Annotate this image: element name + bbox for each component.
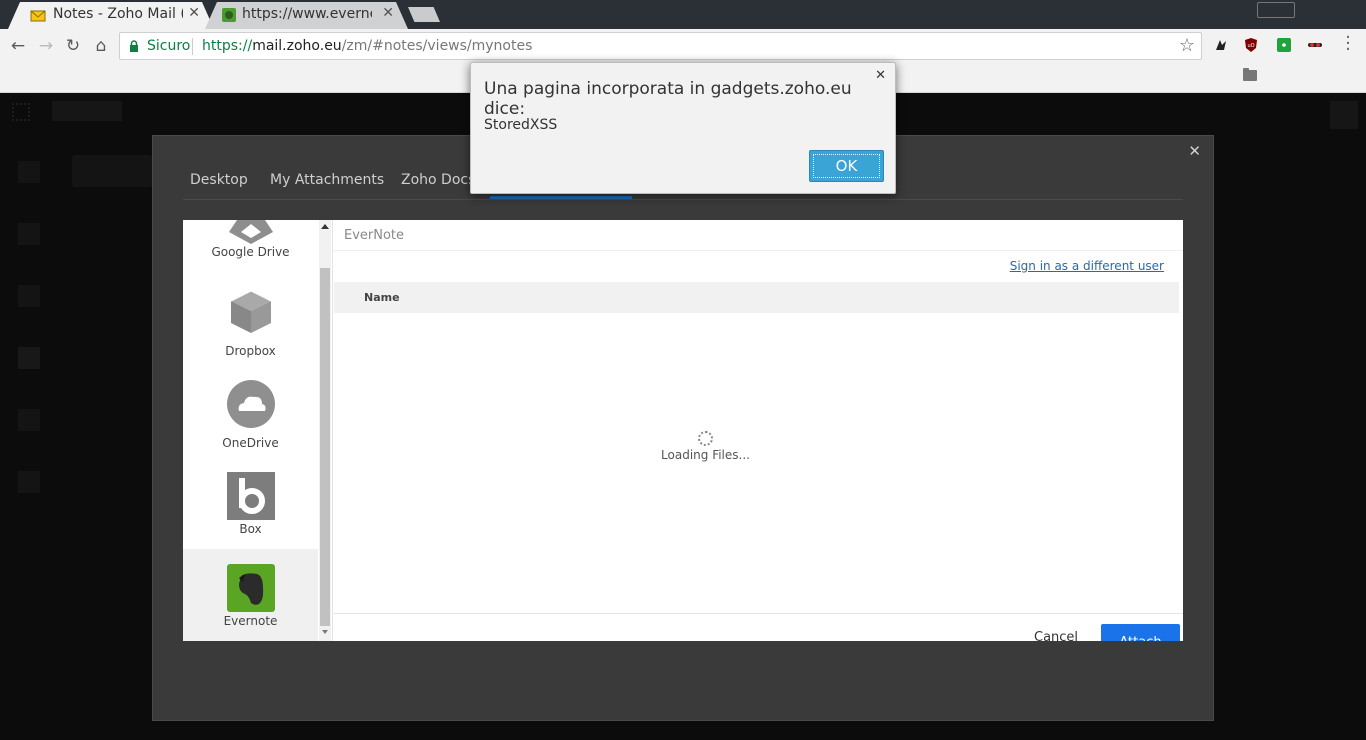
service-label: Box [239, 522, 262, 536]
tab-close-icon[interactable]: ✕ [188, 5, 200, 21]
loading-text: Loading Files... [661, 448, 750, 462]
dropbox-icon [230, 290, 272, 333]
cloud-attach-panel: Google Drive Dropbox OneDrive Box Everno… [183, 220, 1183, 641]
scroll-down-arrow-icon[interactable] [322, 630, 328, 634]
javascript-alert-dialog: Una pagina incorporata in gadgets.zoho.e… [470, 62, 896, 194]
service-label: Dropbox [225, 344, 276, 358]
evernote-icon [227, 564, 275, 612]
extension-tampermonkey-icon[interactable] [1213, 37, 1229, 53]
scroll-up-arrow-icon[interactable] [321, 224, 329, 229]
browser-menu-icon[interactable]: · · · [1343, 29, 1353, 59]
new-note-button [72, 155, 152, 187]
zoho-logo [52, 101, 122, 121]
service-label: OneDrive [222, 436, 279, 450]
url-path: /zm/#notes/views/mynotes [341, 38, 533, 54]
tab-title: Notes - Zoho Mail ( [53, 6, 183, 22]
loading-spinner-icon [698, 431, 713, 446]
service-label: Google Drive [211, 245, 290, 259]
panel-divider [332, 220, 333, 641]
close-page-icon [1330, 101, 1358, 129]
back-arrow-icon[interactable]: ← [7, 35, 29, 57]
onedrive-icon [227, 380, 275, 428]
footer-divider [334, 613, 1183, 614]
apps-grid-icon [12, 103, 30, 121]
other-bookmarks-folder-icon[interactable] [1243, 68, 1257, 81]
tasks-nav-icon [18, 409, 40, 431]
tab-zoho-mail[interactable]: Notes - Zoho Mail (I ✕ [8, 2, 214, 29]
bookmark-star-icon[interactable]: ☆ [1179, 35, 1195, 56]
new-tab-button[interactable] [408, 7, 440, 22]
secure-label: Sicuro [147, 38, 191, 54]
notes-nav-icon [18, 285, 40, 307]
cancel-button[interactable]: Cancel [1034, 630, 1078, 641]
file-table-header: Name [334, 282, 1179, 313]
evernote-favicon-icon [222, 8, 236, 22]
zoho-mail-favicon-icon [30, 10, 46, 22]
ok-button[interactable]: OK [809, 150, 884, 182]
modal-close-icon[interactable]: ✕ [1188, 142, 1201, 160]
service-onedrive[interactable]: OneDrive [183, 380, 318, 472]
service-label: Evernote [223, 614, 278, 628]
attach-button[interactable]: Attach [1101, 624, 1180, 641]
column-name-header[interactable]: Name [364, 291, 400, 304]
service-google-drive[interactable]: Google Drive [183, 220, 318, 260]
cloud-services-list: Google Drive Dropbox OneDrive Box Everno… [183, 220, 318, 641]
attach-files-modal: ✕ Desktop My Attachments Zoho Docs Googl… [152, 135, 1214, 721]
contacts-nav-icon [18, 347, 40, 369]
reload-icon[interactable]: ↻ [62, 35, 84, 57]
service-dropbox[interactable]: Dropbox [183, 289, 318, 381]
url-host: mail.zoho.eu [252, 38, 342, 54]
service-evernote[interactable]: Evernote [183, 549, 318, 641]
alert-title: Una pagina incorporata in gadgets.zoho.e… [484, 79, 852, 119]
window-profile-button[interactable] [1257, 2, 1295, 18]
home-icon[interactable]: ⌂ [90, 35, 112, 57]
address-bar[interactable]: Sicuro https://mail.zoho.eu/zm/#notes/vi… [119, 32, 1202, 60]
alert-close-icon[interactable]: ✕ [875, 68, 886, 83]
tab-evernote[interactable]: https://www.everne ✕ [205, 2, 408, 29]
svg-text:uO: uO [1247, 43, 1254, 49]
scrollbar-thumb[interactable] [320, 268, 330, 626]
file-browser: EverNote Sign in as a different user Nam… [334, 220, 1183, 641]
extension-green-icon[interactable] [1276, 37, 1292, 53]
calendar-nav-icon [18, 223, 40, 245]
omnibox-separator [192, 38, 193, 55]
extension-incognito-icon[interactable] [1307, 37, 1323, 53]
lock-icon [130, 40, 138, 52]
browser-toolbar: ← → ↻ ⌂ Sicuro https://mail.zoho.eu/zm/#… [0, 29, 1366, 63]
tab-my-attachments[interactable]: My Attachments [270, 172, 384, 188]
google-drive-icon [229, 220, 273, 244]
tab-desktop[interactable]: Desktop [190, 172, 248, 188]
breadcrumb-divider [334, 250, 1183, 251]
alert-message: StoredXSS [484, 117, 558, 133]
extension-ublock-icon[interactable]: uO [1243, 37, 1259, 53]
tab-close-icon[interactable]: ✕ [382, 5, 394, 21]
tab-bar-divider [183, 199, 1183, 200]
services-scrollbar[interactable] [319, 220, 331, 641]
forward-arrow-icon[interactable]: → [35, 35, 57, 57]
links-nav-icon [18, 471, 40, 493]
tab-zoho-docs[interactable]: Zoho Docs [401, 172, 475, 188]
browser-tab-strip: Notes - Zoho Mail (I ✕ https://www.evern… [0, 0, 1366, 29]
sign-in-different-user-link[interactable]: Sign in as a different user [1010, 259, 1164, 273]
tab-title: https://www.everne [242, 6, 372, 22]
url-text: https://mail.zoho.eu/zm/#notes/views/myn… [202, 38, 532, 54]
mail-nav-icon [18, 161, 40, 183]
url-protocol: https:// [202, 38, 253, 54]
breadcrumb: EverNote [344, 228, 405, 243]
box-icon [227, 472, 275, 520]
